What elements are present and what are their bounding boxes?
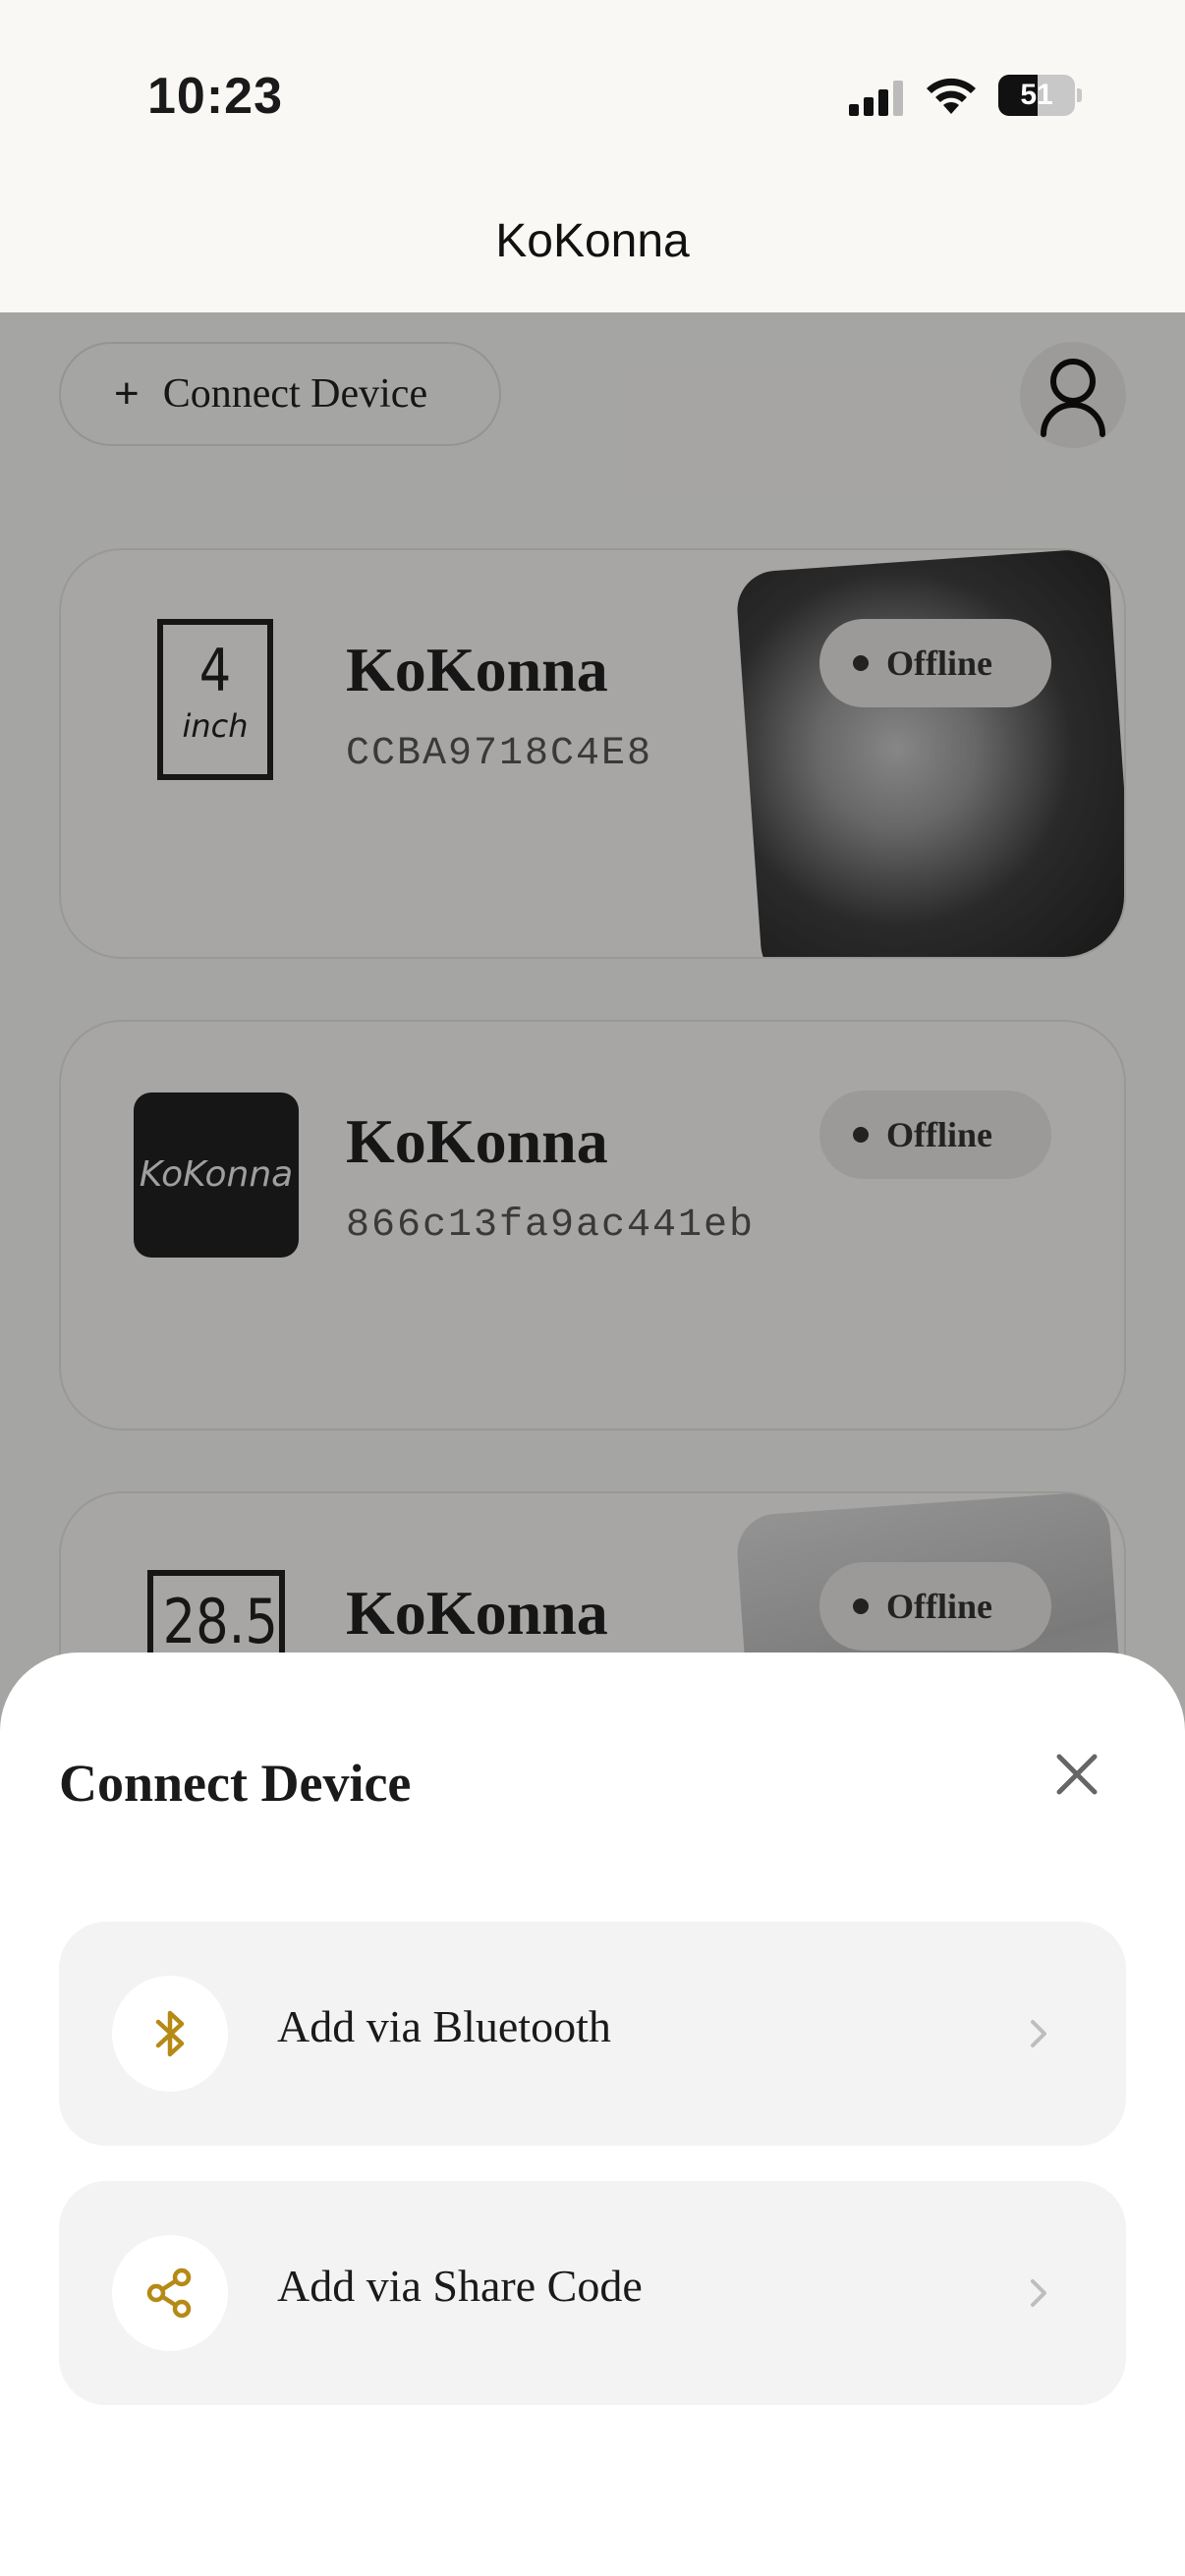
connect-device-sheet: Connect Device Add via Bluetooth Add via… [0, 1652, 1185, 2576]
option-label: Add via Share Code [277, 2261, 643, 2311]
add-via-bluetooth-button[interactable]: Add via Bluetooth [59, 1922, 1126, 2146]
wifi-icon [927, 78, 976, 114]
add-via-share-code-button[interactable]: Add via Share Code [59, 2181, 1126, 2405]
battery-level: 51 [1020, 79, 1053, 111]
share-icon-circle [112, 2235, 228, 2351]
bluetooth-icon [155, 2010, 185, 2057]
chevron-right-icon [1031, 2279, 1046, 2307]
status-bar: 10:23 51 [0, 0, 1185, 177]
sheet-title: Connect Device [59, 1754, 412, 1813]
chevron-right-icon [1031, 2020, 1046, 2047]
cellular-signal-icon [849, 81, 903, 116]
option-label: Add via Bluetooth [277, 2001, 611, 2051]
close-icon[interactable] [1045, 1743, 1108, 1806]
bluetooth-icon-circle [112, 1976, 228, 2092]
share-icon [146, 2268, 192, 2319]
battery-icon: 51 [998, 75, 1082, 116]
page-title: KoKonna [495, 215, 690, 267]
status-time: 10:23 [147, 68, 283, 125]
